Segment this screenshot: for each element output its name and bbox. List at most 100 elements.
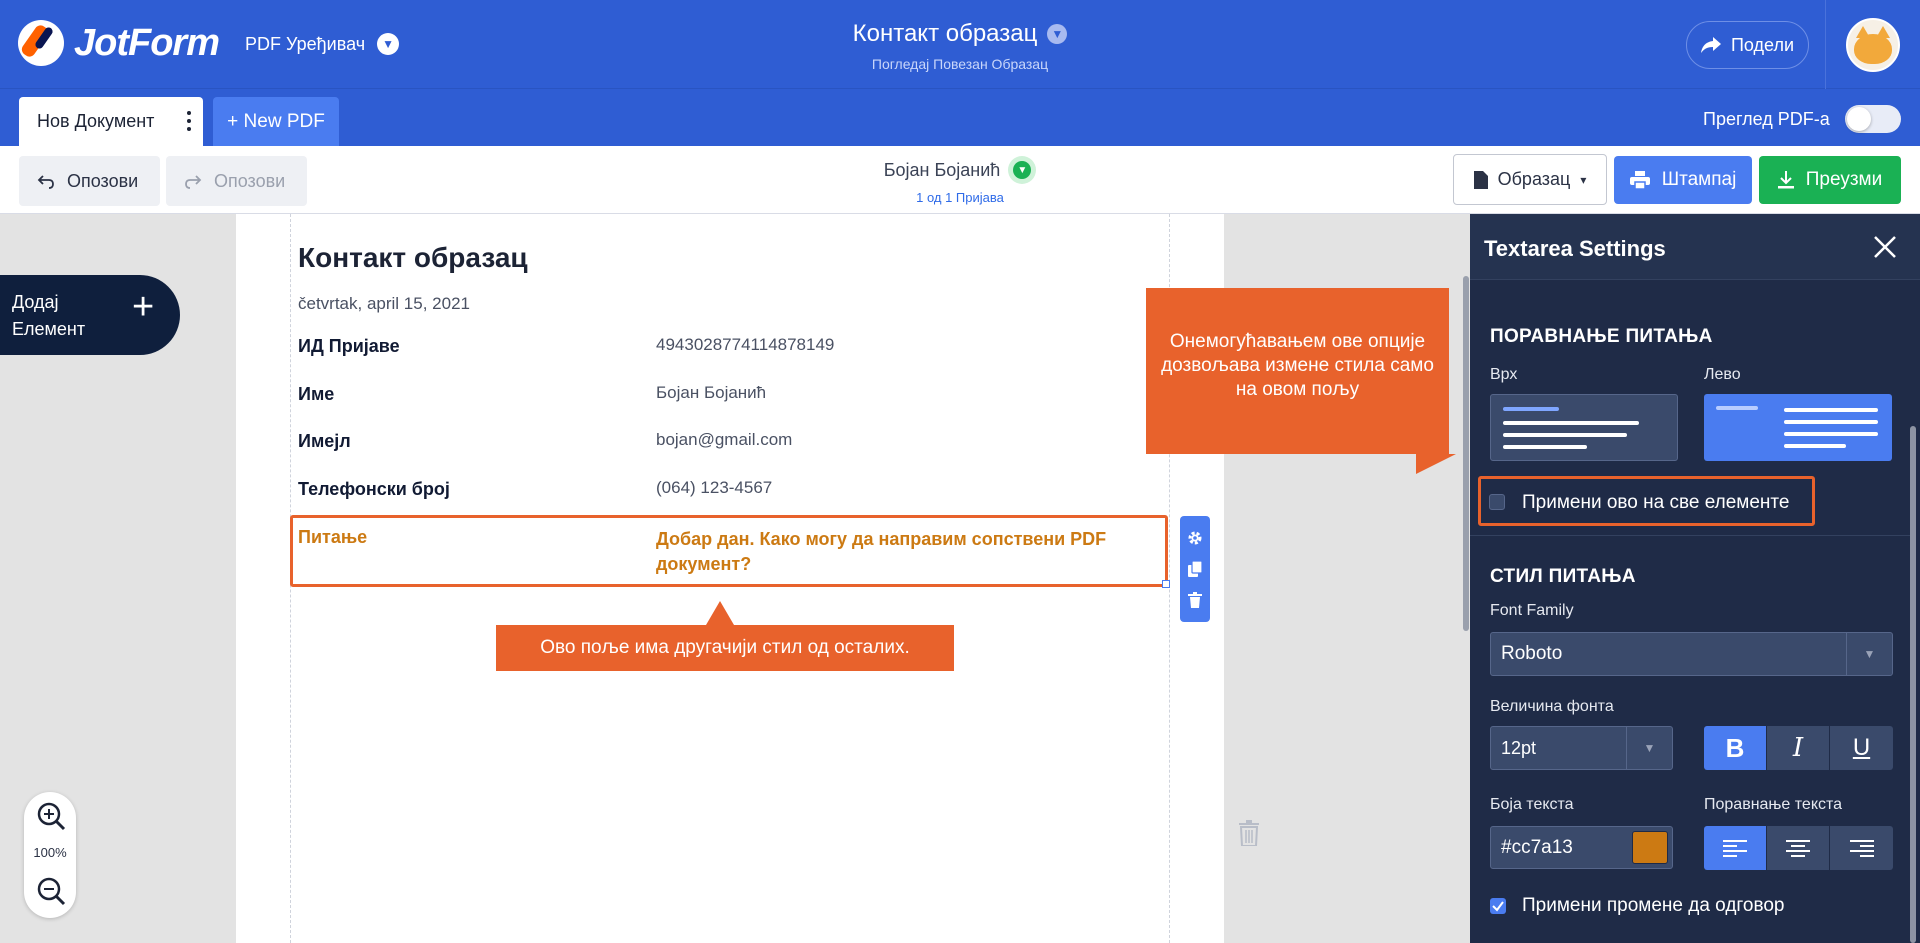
user-avatar[interactable] — [1846, 18, 1900, 72]
apply-answer-checkbox[interactable] — [1490, 898, 1506, 914]
text-color-input[interactable]: #cc7a13 — [1490, 826, 1673, 869]
font-size-label: Величина фонта — [1490, 698, 1614, 715]
share-label: Подели — [1730, 34, 1795, 55]
field-label[interactable]: Телефонски број — [298, 479, 450, 500]
new-pdf-button[interactable]: + New PDF — [213, 97, 339, 146]
pdf-preview-label: Преглед PDF-а — [1703, 109, 1830, 129]
font-size-select[interactable]: 12pt ▼ — [1490, 726, 1673, 770]
question-style-title: СТИЛ ПИТАЊА — [1490, 566, 1636, 587]
form-button-label: Образац — [1497, 169, 1571, 189]
share-button[interactable]: Подели — [1686, 21, 1809, 69]
section-divider — [1470, 535, 1910, 536]
question-alignment-title: ПОРАВНАЊЕ ПИТАЊА — [1490, 326, 1713, 347]
color-swatch[interactable] — [1632, 831, 1668, 864]
toggle-knob — [1847, 107, 1871, 131]
trash-icon[interactable] — [1187, 592, 1203, 608]
pdf-preview-toggle[interactable] — [1845, 105, 1901, 133]
add-element-label-line2: Елемент — [12, 319, 86, 339]
field-label[interactable]: Име — [298, 384, 334, 405]
apply-all-label: Примени ово на све елементе — [1522, 492, 1790, 513]
check-icon — [1492, 901, 1504, 912]
align-right-button[interactable] — [1830, 826, 1893, 870]
tab-new-document[interactable]: Нов Документ — [19, 97, 203, 146]
gear-icon[interactable] — [1187, 530, 1203, 546]
zoom-control: 100% — [24, 792, 76, 918]
question-answer[interactable]: Добар дан. Како могу да направим сопстве… — [656, 527, 1136, 577]
download-label: Преузми — [1805, 169, 1883, 190]
pdf-page: Контакт образац četvrtak, april 15, 2021… — [236, 214, 1224, 943]
document-tab-bar: Нов Документ + New PDF Преглед PDF-а — [0, 89, 1920, 146]
underline-button[interactable]: U — [1830, 726, 1893, 770]
align-left-option[interactable] — [1704, 394, 1892, 461]
resize-handle[interactable] — [1162, 580, 1170, 588]
jotform-logo-icon — [18, 20, 64, 66]
field-label[interactable]: ИД Пријаве — [298, 336, 400, 357]
editor-toolbar: Опозови Опозови Бојан Бојанић ▼ 1 од 1 П… — [0, 146, 1920, 214]
align-left-icon — [1723, 840, 1747, 857]
zoom-in-icon[interactable] — [36, 801, 66, 831]
question-label[interactable]: Питање — [298, 527, 367, 548]
share-arrow-icon — [1700, 37, 1721, 53]
undo-icon — [37, 175, 54, 189]
logo-text: JotForm — [74, 21, 220, 64]
page-date[interactable]: četvrtak, april 15, 2021 — [298, 294, 470, 314]
close-icon[interactable] — [1872, 234, 1898, 260]
align-left-button[interactable] — [1704, 826, 1767, 870]
redo-icon — [185, 175, 202, 189]
field-value[interactable]: (064) 123-4567 — [656, 478, 772, 498]
top-header: JotForm PDF Уређивач ▼ Контакт образац ▼… — [0, 0, 1920, 89]
field-tools — [1180, 516, 1210, 622]
redo-button[interactable]: Опозови — [166, 156, 307, 206]
zoom-out-icon[interactable] — [36, 876, 66, 906]
download-icon — [1777, 171, 1794, 189]
font-family-value: Roboto — [1501, 643, 1563, 664]
document-title-dropdown[interactable]: Контакт образац ▼ — [853, 20, 1068, 48]
font-family-select[interactable]: Roboto ▼ — [1490, 632, 1893, 676]
cat-avatar-icon — [1854, 26, 1892, 64]
bold-button[interactable]: B — [1704, 726, 1767, 770]
align-center-button[interactable] — [1767, 826, 1830, 870]
submission-selector[interactable]: Бојан Бојанић ▼ 1 од 1 Пријава — [860, 156, 1060, 205]
text-align-group — [1704, 826, 1893, 870]
print-button[interactable]: Штампај — [1614, 156, 1752, 204]
field-label[interactable]: Имејл — [298, 431, 351, 452]
text-color-label: Боја текста — [1490, 796, 1574, 813]
apply-all-callout: Онемогућавањем ове опције дозвољава изме… — [1146, 288, 1456, 474]
panel-header: Textarea Settings — [1470, 214, 1920, 280]
submission-dropdown-icon[interactable]: ▼ — [1008, 156, 1037, 184]
app-switcher[interactable]: PDF Уређивач ▼ — [245, 33, 400, 55]
undo-button[interactable]: Опозови — [19, 156, 160, 206]
text-color-value: #cc7a13 — [1501, 836, 1573, 858]
field-value[interactable]: bojan@gmail.com — [656, 430, 792, 450]
tab-label: Нов Документ — [37, 111, 155, 131]
undo-label: Опозови — [67, 170, 139, 191]
submission-counter: 1 од 1 Пријава — [916, 190, 1004, 205]
caret-down-icon: ▼ — [1846, 633, 1892, 675]
add-element-label-line1: Додај — [12, 292, 59, 312]
text-align-label: Поравнање текста — [1704, 796, 1843, 813]
view-linked-form-link[interactable]: Погледај Повезан Образац — [760, 56, 1160, 72]
canvas-scrollbar[interactable] — [1460, 276, 1470, 631]
printer-icon — [1629, 171, 1650, 189]
jotform-logo[interactable]: JotForm — [18, 20, 220, 66]
apply-all-checkbox[interactable] — [1489, 494, 1505, 510]
download-button[interactable]: Преузми — [1759, 156, 1901, 204]
add-element-button[interactable]: Додај Елемент + — [0, 275, 180, 355]
field-value[interactable]: Бојан Бојанић — [656, 383, 766, 403]
form-dropdown-button[interactable]: Образац ▾ — [1453, 154, 1607, 205]
app-name: PDF Уређивач — [245, 33, 366, 54]
page-title[interactable]: Контакт образац — [298, 242, 528, 274]
document-title: Контакт образац — [852, 20, 1038, 47]
align-top-label: Врх — [1490, 366, 1518, 383]
panel-scrollbar[interactable] — [1910, 426, 1916, 943]
document-icon — [1473, 170, 1488, 189]
kebab-menu-icon[interactable] — [187, 111, 191, 131]
italic-button[interactable]: I — [1767, 726, 1830, 770]
delete-page-icon[interactable] — [1238, 820, 1260, 846]
align-top-option[interactable] — [1490, 394, 1678, 461]
duplicate-icon[interactable] — [1187, 561, 1203, 577]
redo-label: Опозови — [214, 170, 286, 191]
field-value[interactable]: 4943028774114878149 — [656, 335, 834, 355]
chevron-down-icon: ▼ — [377, 33, 400, 55]
print-label: Штампај — [1661, 169, 1737, 190]
